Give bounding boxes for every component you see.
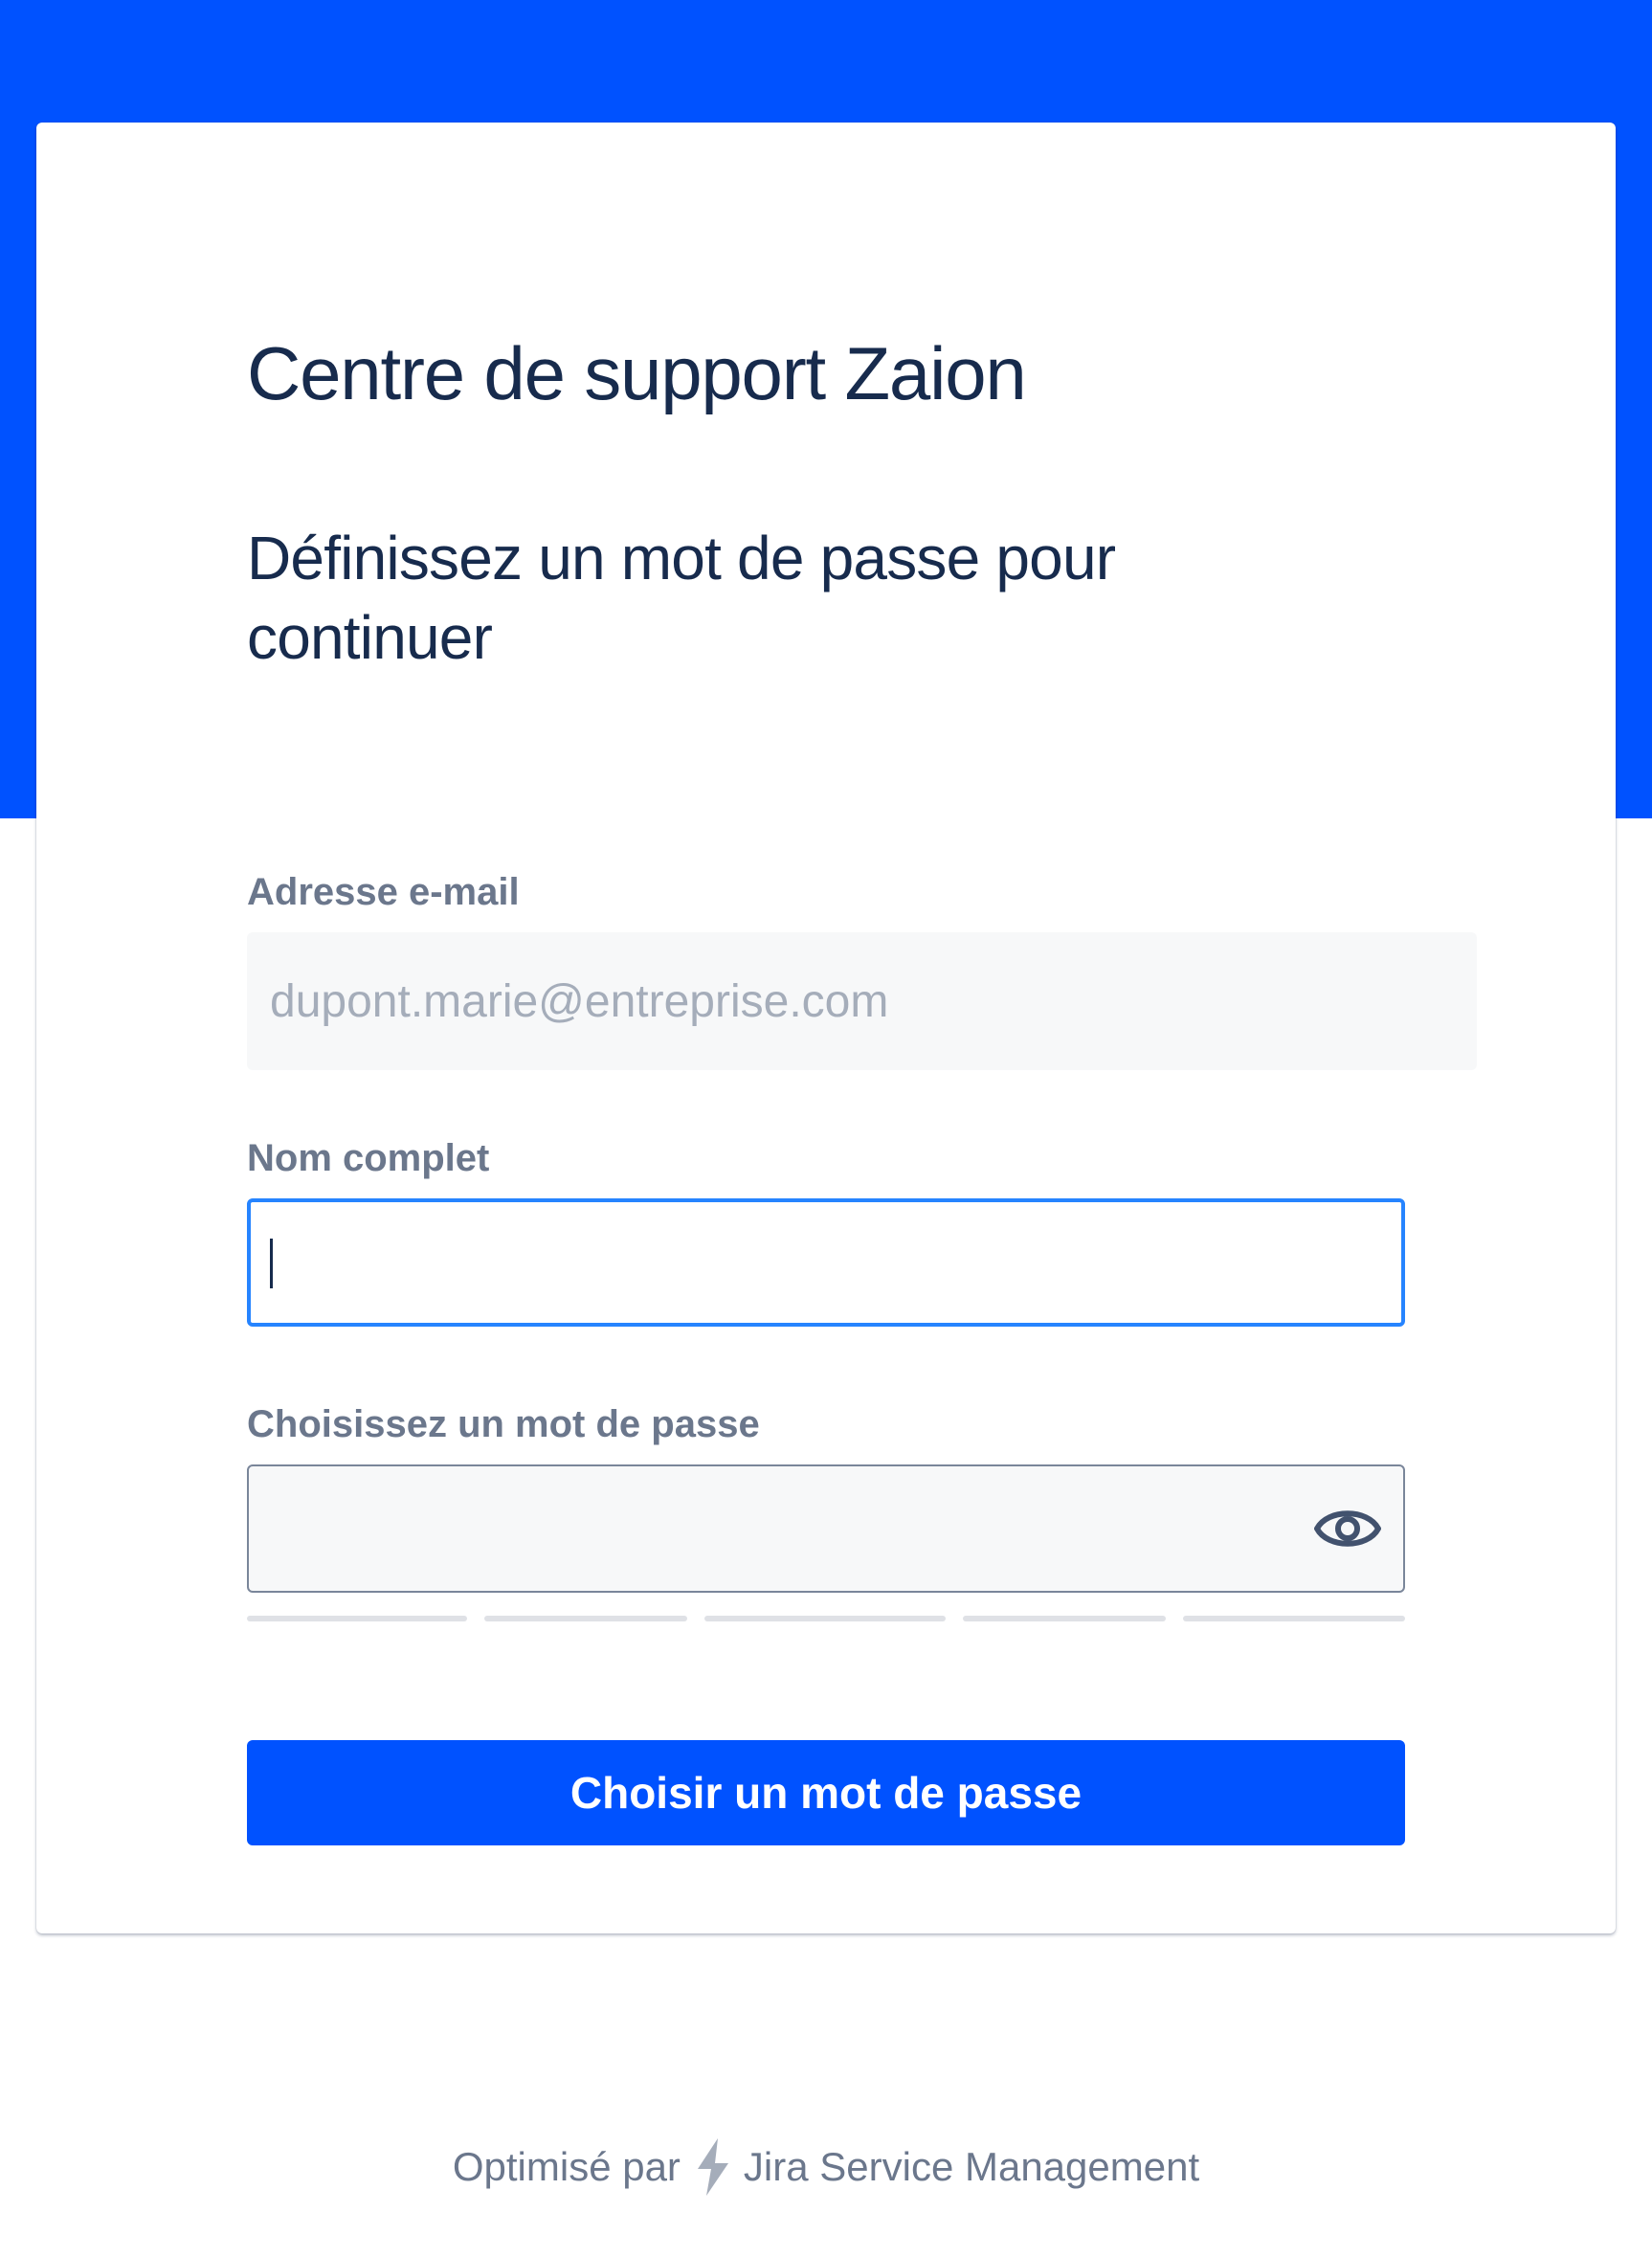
email-label: Adresse e-mail: [247, 871, 520, 913]
strength-segment: [1183, 1616, 1405, 1621]
choose-password-button[interactable]: Choisir un mot de passe: [247, 1740, 1405, 1845]
password-strength-meter: [247, 1616, 1405, 1623]
password-input[interactable]: [247, 1464, 1405, 1593]
signup-card: Centre de support Zaion Définissez un mo…: [36, 123, 1616, 1933]
strength-segment: [963, 1616, 1166, 1621]
strength-segment: [484, 1616, 687, 1621]
eye-icon[interactable]: [1313, 1499, 1382, 1558]
full-name-label: Nom complet: [247, 1137, 490, 1179]
password-label: Choisissez un mot de passe: [247, 1403, 760, 1445]
email-field: dupont.marie@entreprise.com: [247, 932, 1477, 1070]
form-heading: Définissez un mot de passe pour continue…: [247, 524, 1116, 672]
footer: Optimisé par Jira Service Management: [0, 2129, 1652, 2205]
full-name-input[interactable]: [247, 1198, 1405, 1327]
strength-segment: [247, 1616, 467, 1621]
strength-segment: [704, 1616, 946, 1621]
email-value: dupont.marie@entreprise.com: [270, 975, 889, 1027]
signup-form: Centre de support Zaion Définissez un mo…: [247, 123, 1477, 1933]
footer-prefix: Optimisé par: [452, 2144, 681, 2189]
text-caret: [270, 1239, 273, 1288]
portal-title: Centre de support Zaion: [247, 331, 1027, 415]
bolt-icon: [694, 2136, 732, 2198]
jira-service-management-link[interactable]: Jira Service Management: [744, 2144, 1199, 2190]
